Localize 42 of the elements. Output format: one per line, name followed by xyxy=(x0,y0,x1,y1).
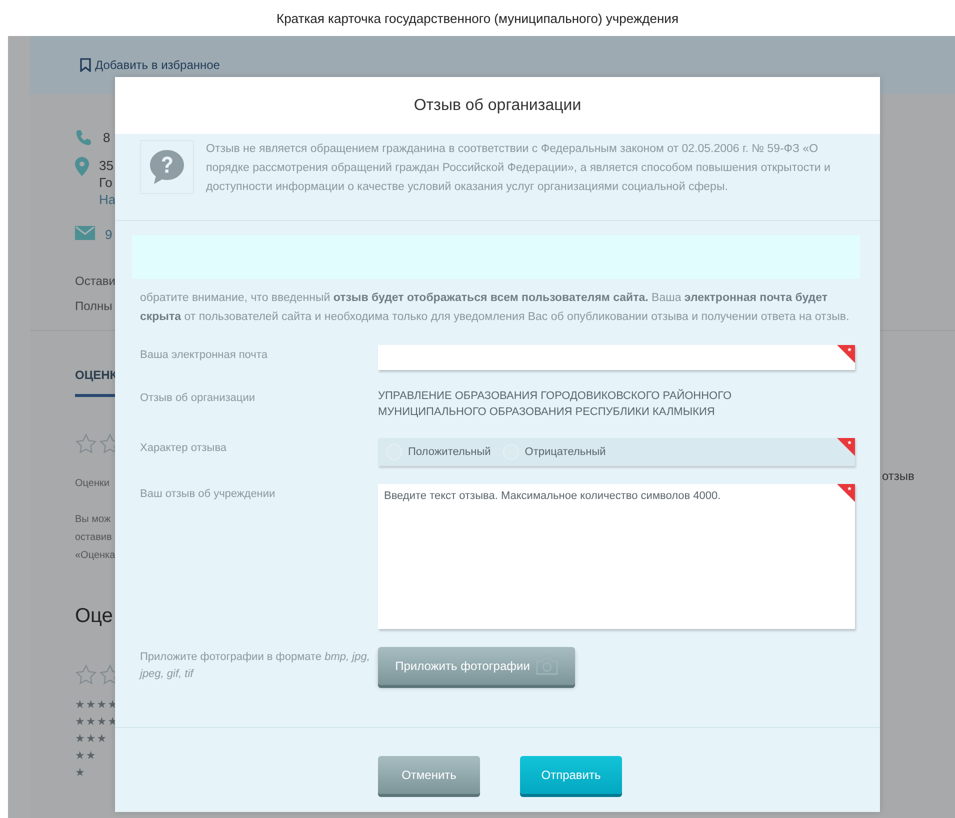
info-line: «Оценка xyxy=(75,549,116,563)
address-line: На xyxy=(99,191,116,208)
field-label: Приложите фотографии в формате bmp, jpg, jpeg, gif, tif xyxy=(140,650,371,682)
notice-text: Отзыв не является обращением гражданина в соответствии с Федеральным законом от 02.05.2006 г. № 59-ФЗ «О порядке рассмотрения обращений граждан Российской Федерации», а является способом повышения открытости и доступности информации о качестве условий оказания услуг организациями социальной сферы. xyxy=(206,142,832,195)
radio-option[interactable]: Отрицательный xyxy=(502,444,606,460)
send-button[interactable]: Отправить xyxy=(520,756,622,794)
field-label: Ваш отзыв об учреждении xyxy=(140,487,276,502)
privacy-note: обратите внимание, что введенный отзыв будет отображаться всем пользователям сайта. Ваша электронная почта будет скрыта от пользователей сайта и необходима только для уведомления Вас об опубликовании отзыва и получении ответа на отзыв. xyxy=(140,291,850,325)
attach-photos-button[interactable]: Приложить фотографии xyxy=(378,647,575,685)
field-label: Ваша электронная почта xyxy=(140,348,268,363)
phone-text: 8 xyxy=(103,129,110,146)
add-to-favorites-link[interactable]: Добавить в избранное xyxy=(80,58,220,72)
field-label: Отзыв об организации xyxy=(140,391,256,406)
mail-icon xyxy=(75,226,95,240)
address-line: 35 xyxy=(99,157,114,174)
rating-stars-label: ★★★ xyxy=(75,732,109,746)
star-outline-icon xyxy=(75,433,97,455)
section-title: Оце xyxy=(75,605,113,628)
field-label: Характер отзыва xyxy=(140,441,228,456)
location-pin-icon xyxy=(75,157,89,176)
review-link[interactable]: отзыв xyxy=(882,469,914,483)
info-line: оставив xyxy=(75,531,113,545)
organization-name: УПРАВЛЕНИЕ ОБРАЗОВАНИЯ ГОРОДОВИКОВСКОГО РАЙОННОГО МУНИЦИПАЛЬНОГО ОБРАЗОВАНИЯ РЕСПУБЛИКИ КАЛМЫКИЯ xyxy=(378,388,733,420)
phone-icon xyxy=(75,129,93,147)
info-line: Вы мож xyxy=(75,513,112,527)
question-icon xyxy=(140,140,194,194)
bookmark-icon xyxy=(80,58,91,72)
cancel-button[interactable]: Отменить xyxy=(378,756,480,794)
rating-stars-label: ★ xyxy=(75,766,87,780)
rating-stars-label: ★★ xyxy=(75,749,98,763)
email-link[interactable]: 9 xyxy=(105,226,112,243)
email-field[interactable] xyxy=(378,345,855,370)
ratings-note: Оценки xyxy=(75,477,110,491)
star-outline-icon xyxy=(75,664,97,686)
page-title: Краткая карточка государственного (муниципального) учреждения xyxy=(276,10,678,26)
dialog-title: Отзыв об организации xyxy=(414,96,582,114)
rating-stars-label: ★★★★ xyxy=(75,698,118,712)
camera-icon xyxy=(536,657,558,675)
review-field[interactable]: Введите текст отзыва. Максимальное количество символов 4000. xyxy=(378,484,855,629)
address-line: Го xyxy=(99,174,114,191)
rating-stars-label: ★★★★ xyxy=(75,715,118,729)
radio-option[interactable]: Положительный xyxy=(386,444,491,460)
